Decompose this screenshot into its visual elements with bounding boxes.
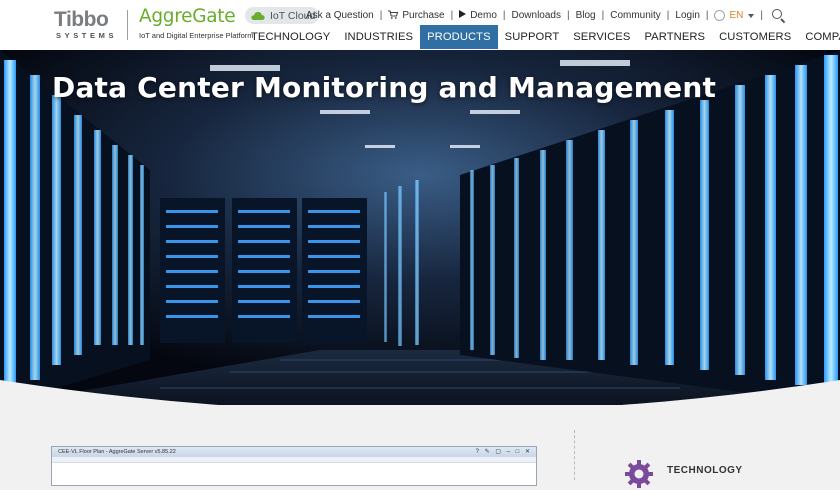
separator: | [566,10,570,21]
column-divider [574,430,575,480]
nav-support[interactable]: SUPPORT [498,25,567,49]
main-nav: TECHNOLOGY INDUSTRIES PRODUCTS SUPPORT S… [244,25,840,49]
demo-link[interactable]: Demo [459,10,497,21]
cloud-icon [251,11,265,20]
globe-icon [714,10,726,21]
language-selector[interactable]: EN [714,10,755,21]
cart-icon [388,9,399,22]
app-screenshot[interactable]: CEE-VL Floor Plan - AggreGate Server v5.… [51,446,537,486]
aggregate-tagline: IoT and Digital Enterprise Platform [139,31,254,40]
nav-company[interactable]: COMPANY [798,25,840,49]
community-link[interactable]: Community [610,10,661,21]
tibbo-logo-text: Tibbo [54,8,109,31]
login-link[interactable]: Login [675,10,699,21]
screenshot-window-controls: ? ✎ ▢ – □ ✕ [475,449,532,455]
logo-divider [127,10,128,40]
chevron-down-icon [748,13,755,18]
separator: | [760,10,763,21]
separator: | [705,10,709,21]
nav-partners[interactable]: PARTNERS [637,25,712,49]
tibbo-logo[interactable]: Tibbo SYSTEMS [54,8,122,42]
separator: | [450,10,454,21]
aggregate-logo[interactable]: AggreGate [139,6,236,27]
ask-question-link[interactable]: Ask a Question [306,10,374,21]
tibbo-logo-subtext: SYSTEMS [56,31,118,40]
separator: | [666,10,670,21]
hero-title: Data Center Monitoring and Management [52,71,717,104]
screenshot-toolbar [52,457,536,463]
demo-label: Demo [470,10,497,21]
content-area: CEE-VL Floor Plan - AggreGate Server v5.… [0,405,840,488]
sidebar-heading-technology: TECHNOLOGY [667,465,743,476]
play-icon [459,10,467,21]
screenshot-titlebar: CEE-VL Floor Plan - AggreGate Server v5.… [52,447,536,457]
nav-services[interactable]: SERVICES [566,25,637,49]
separator: | [601,10,605,21]
blog-link[interactable]: Blog [576,10,596,21]
purchase-link[interactable]: Purchase [388,9,445,22]
gear-icon [625,460,653,488]
separator: | [502,10,506,21]
search-icon[interactable] [772,8,786,23]
nav-customers[interactable]: CUSTOMERS [712,25,798,49]
utility-bar: Ask a Question | Purchase | Demo | Downl… [306,8,786,23]
nav-products[interactable]: PRODUCTS [420,25,498,49]
language-label: EN [729,10,744,21]
hero-banner: Data Center Monitoring and Management [0,50,840,405]
separator: | [379,10,383,21]
nav-technology[interactable]: TECHNOLOGY [244,25,337,49]
site-header: Tibbo SYSTEMS AggreGate IoT and Digital … [0,0,840,50]
purchase-label: Purchase [402,10,445,21]
downloads-link[interactable]: Downloads [512,10,561,21]
nav-industries[interactable]: INDUSTRIES [337,25,420,49]
